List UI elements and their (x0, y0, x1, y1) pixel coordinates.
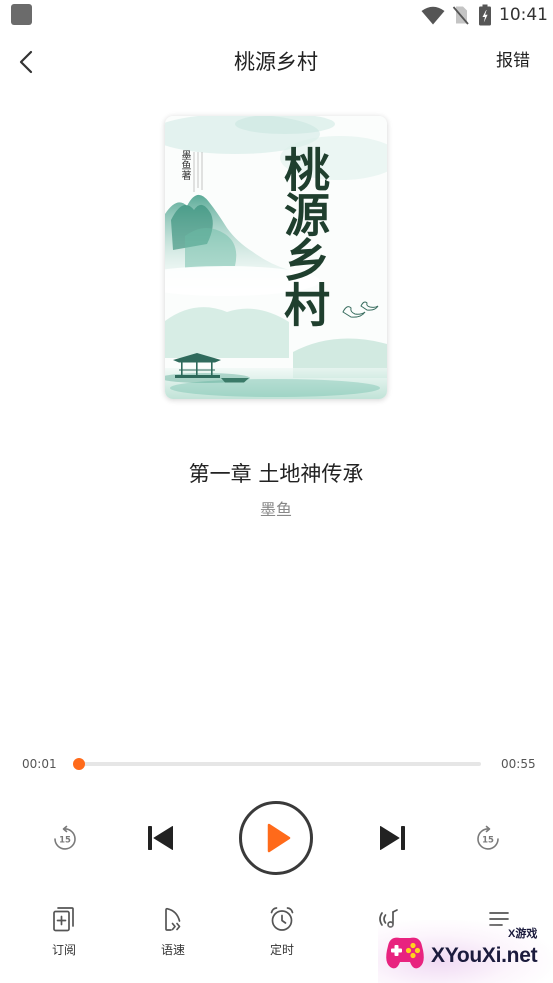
chapter-title: 第一章 土地神传承 (188, 462, 364, 486)
play-button[interactable] (239, 801, 313, 875)
page-title: 桃源乡村 (234, 50, 318, 74)
skip-previous-icon (148, 826, 173, 850)
toolbar-subscribe[interactable]: 订阅 (34, 903, 94, 957)
timer-icon (270, 907, 294, 931)
wifi-icon (421, 6, 445, 25)
report-error-button[interactable]: 报错 (494, 50, 532, 72)
gamepad-logo-icon (386, 937, 424, 969)
no-sim-icon (452, 6, 469, 25)
forward-15-icon: 15 (477, 825, 499, 850)
app-notification-icon (11, 4, 32, 25)
toolbar-speed-label: 语速 (160, 943, 185, 957)
progress-thumb[interactable] (73, 758, 86, 770)
subscribe-icon (53, 907, 74, 932)
cover-author-credit: 墨鱼著 (179, 150, 190, 180)
status-bar: 10:41 (0, 0, 553, 30)
previous-button[interactable] (147, 825, 173, 851)
toolbar-subscribe-label: 订阅 (51, 943, 76, 957)
rewind-15-icon: 15 (54, 825, 76, 850)
skip-next-icon (380, 826, 405, 850)
toolbar-timer[interactable]: 定时 (252, 903, 312, 957)
book-cover: 墨鱼著 桃源乡村 (165, 116, 387, 399)
watermark-brand: XYouXi.net (431, 944, 538, 967)
author-name: 墨鱼 (259, 500, 292, 519)
toolbar-speed[interactable]: 语速 (143, 903, 203, 957)
cover-water (165, 368, 387, 399)
play-icon (267, 823, 290, 853)
watermark: X游戏 XYouXi.net (378, 920, 553, 983)
watermark-tag: X游戏 (508, 928, 538, 940)
svg-text:15: 15 (59, 836, 71, 846)
speed-icon (165, 907, 181, 931)
back-button[interactable] (12, 46, 44, 78)
cover-title: 桃源乡村 (277, 146, 331, 326)
progress-track[interactable] (73, 758, 481, 770)
next-button[interactable] (380, 825, 406, 851)
total-time: 00:55 (501, 757, 536, 771)
status-clock: 10:41 (499, 5, 548, 25)
rewind-15-button[interactable]: 15 (52, 825, 78, 851)
toolbar-timer-label: 定时 (269, 943, 294, 957)
chevron-left-icon (19, 50, 33, 74)
forward-15-button[interactable]: 15 (475, 825, 501, 851)
elapsed-time: 00:01 (22, 757, 57, 771)
book-cover-art (165, 116, 387, 399)
battery-charging-icon (479, 4, 491, 26)
svg-text:15: 15 (482, 836, 494, 846)
